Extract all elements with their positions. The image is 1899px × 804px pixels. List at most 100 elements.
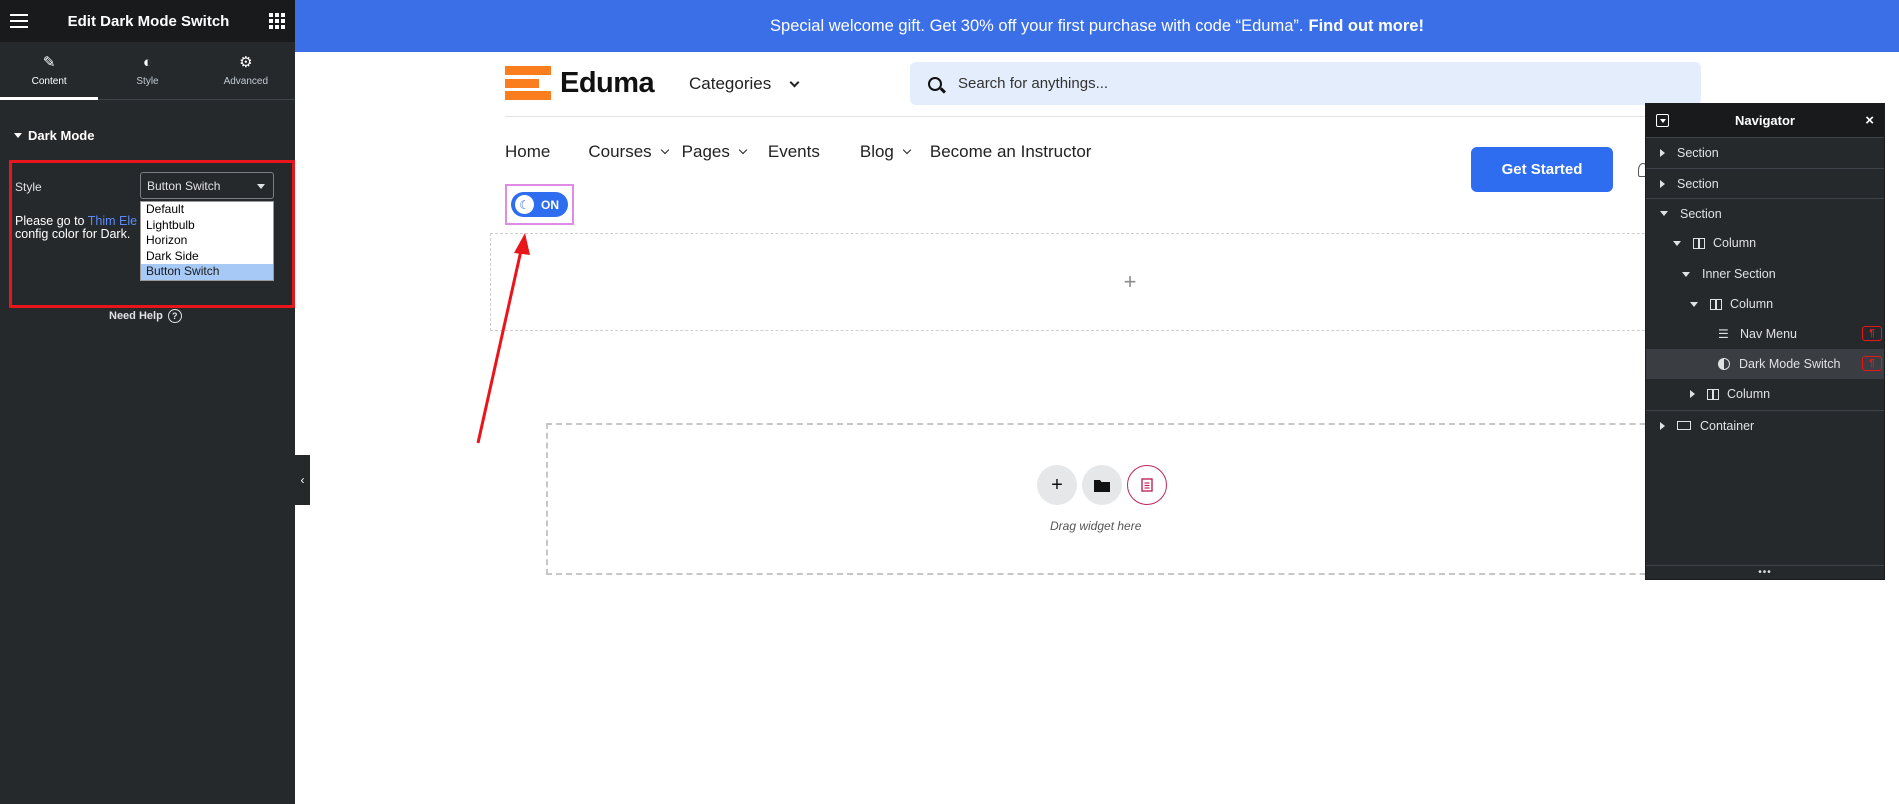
style-option-lightbulb[interactable]: Lightbulb	[141, 218, 273, 234]
get-started-button[interactable]: Get Started	[1471, 147, 1613, 192]
nav-item-pages-label: Pages	[681, 142, 730, 161]
navigator-item[interactable]: ☰ Nav Menu ¶	[1646, 319, 1884, 349]
navigator-item[interactable]: Column	[1646, 228, 1884, 258]
navigator-item[interactable]: Section	[1646, 168, 1884, 198]
caret-right-icon[interactable]	[1660, 421, 1665, 430]
caret-down-icon	[14, 133, 22, 138]
hamburger-menu-icon[interactable]	[10, 14, 28, 28]
style-select[interactable]: Button Switch	[140, 172, 274, 199]
need-help-link[interactable]: Need Help ?	[109, 309, 182, 323]
column-icon	[1710, 298, 1722, 310]
search-bar[interactable]: Search for anythings...	[910, 62, 1701, 105]
logo-text: Eduma	[560, 66, 655, 99]
categories-label: Categories	[689, 74, 772, 93]
style-option-dark-side[interactable]: Dark Side	[141, 249, 273, 265]
section-title-label: Dark Mode	[28, 128, 95, 143]
navigator-item[interactable]: Container	[1646, 410, 1884, 440]
tab-advanced[interactable]: ⚙ Advanced	[197, 42, 295, 99]
navigator-item[interactable]: Column	[1646, 379, 1884, 409]
plus-icon: +	[1123, 269, 1137, 294]
half-circle-icon: ◐	[142, 53, 153, 71]
logo-mark-icon	[505, 66, 551, 100]
drop-zone-buttons: +	[1037, 465, 1167, 505]
add-section-button[interactable]: +	[1037, 465, 1077, 505]
tab-content-label: Content	[31, 75, 67, 87]
dark-mode-note: Please go to Thim Ele config color for D…	[15, 215, 145, 241]
nav-item-home-label: Home	[505, 142, 551, 161]
note-prefix: Please go to	[15, 214, 88, 228]
navigator-item[interactable]: Section	[1646, 198, 1884, 228]
nav-item-courses-label: Courses	[588, 142, 652, 161]
navigator-item[interactable]: Inner Section	[1646, 259, 1884, 289]
style-option-horizon[interactable]: Horizon	[141, 233, 273, 249]
pencil-icon: ✎	[42, 53, 56, 71]
nav-item-become-instructor-label: Become an Instructor	[929, 142, 1092, 161]
navigator-item-label: Column	[1727, 387, 1771, 401]
annotation-arrow	[476, 233, 530, 444]
header-divider	[505, 116, 1700, 117]
chevron-down-icon	[738, 145, 748, 155]
dropdown-arrow-icon	[257, 184, 265, 189]
site-logo[interactable]: Eduma	[505, 66, 655, 100]
nav-item-events[interactable]: Events	[768, 142, 820, 162]
caret-right-icon[interactable]	[1660, 148, 1665, 157]
elementskit-templates-button[interactable]	[1127, 465, 1167, 505]
plus-icon: +	[1051, 473, 1063, 496]
nav-item-courses[interactable]: Courses	[588, 142, 669, 162]
note-link[interactable]: Thim Ele	[88, 214, 137, 228]
nav-item-blog[interactable]: Blog	[859, 142, 912, 162]
panel-collapse-handle[interactable]: ‹	[295, 455, 310, 505]
panel-title: Edit Dark Mode Switch	[67, 12, 230, 30]
caret-down-icon[interactable]	[1682, 271, 1690, 277]
search-icon	[928, 76, 942, 91]
nav-item-events-label: Events	[767, 142, 820, 161]
caret-down-icon[interactable]	[1673, 240, 1681, 246]
navigator-title: Navigator	[1735, 113, 1795, 128]
tab-content[interactable]: ✎ Content	[0, 42, 99, 100]
chevron-down-icon	[789, 77, 800, 87]
container-icon	[1677, 421, 1691, 430]
nav-item-become-instructor[interactable]: Become an Instructor	[930, 142, 1092, 162]
promo-link[interactable]: Find out more!	[1308, 17, 1423, 36]
note-suffix: config color for Dark.	[15, 227, 131, 241]
dark-mode-switch-widget[interactable]: ☾ ON	[505, 184, 574, 225]
close-icon[interactable]: ×	[1865, 112, 1874, 129]
caret-right-icon[interactable]	[1690, 390, 1695, 398]
main-nav: Home Courses Pages Events Blog Become an…	[505, 142, 1091, 162]
navigator-item[interactable]: Dark Mode Switch ¶	[1646, 349, 1884, 379]
caret-down-icon[interactable]	[1690, 301, 1698, 307]
navigator-resize-handle[interactable]: •••	[1646, 565, 1884, 579]
toggle-state-label: ON	[541, 197, 559, 212]
caret-down-icon[interactable]	[1660, 211, 1668, 216]
moon-icon: ☾	[515, 195, 534, 214]
half-circle-icon	[1718, 358, 1730, 370]
nav-item-home[interactable]: Home	[505, 142, 550, 162]
dark-mode-section-toggle[interactable]: Dark Mode	[0, 128, 295, 143]
caret-right-icon[interactable]	[1660, 179, 1665, 188]
pro-badge-icon: ¶	[1862, 326, 1882, 341]
drag-widget-hint: Drag widget here	[1050, 519, 1142, 533]
template-library-button[interactable]	[1082, 465, 1122, 505]
style-option-button-switch[interactable]: Button Switch	[141, 264, 273, 280]
document-icon	[1141, 478, 1153, 492]
column-icon	[1707, 388, 1719, 400]
tab-style[interactable]: ◐ Style	[98, 42, 196, 99]
style-option-default[interactable]: Default	[141, 202, 273, 218]
empty-section-add[interactable]: +	[490, 233, 1770, 331]
style-label: Style	[15, 180, 42, 194]
style-select-value: Button Switch	[147, 179, 221, 193]
nav-item-blog-label: Blog	[859, 142, 894, 161]
navigator-item-label: Nav Menu	[1740, 327, 1797, 341]
categories-dropdown[interactable]: Categories	[689, 74, 800, 94]
nav-item-pages[interactable]: Pages	[681, 142, 748, 162]
chevron-down-icon	[902, 145, 912, 155]
help-icon: ?	[167, 309, 182, 323]
navigator-item[interactable]: Section	[1646, 137, 1884, 167]
collapse-all-icon[interactable]	[1656, 114, 1669, 127]
navigator-item[interactable]: Column	[1646, 289, 1884, 319]
navigator-panel: Navigator × Section Section Section Column I…	[1645, 103, 1885, 580]
navigator-item-label: Section	[1677, 145, 1719, 160]
dark-mode-toggle[interactable]: ☾ ON	[511, 192, 568, 217]
widgets-grid-icon[interactable]	[268, 13, 285, 29]
style-dropdown-list: Default Lightbulb Horizon Dark Side Butt…	[140, 201, 274, 281]
